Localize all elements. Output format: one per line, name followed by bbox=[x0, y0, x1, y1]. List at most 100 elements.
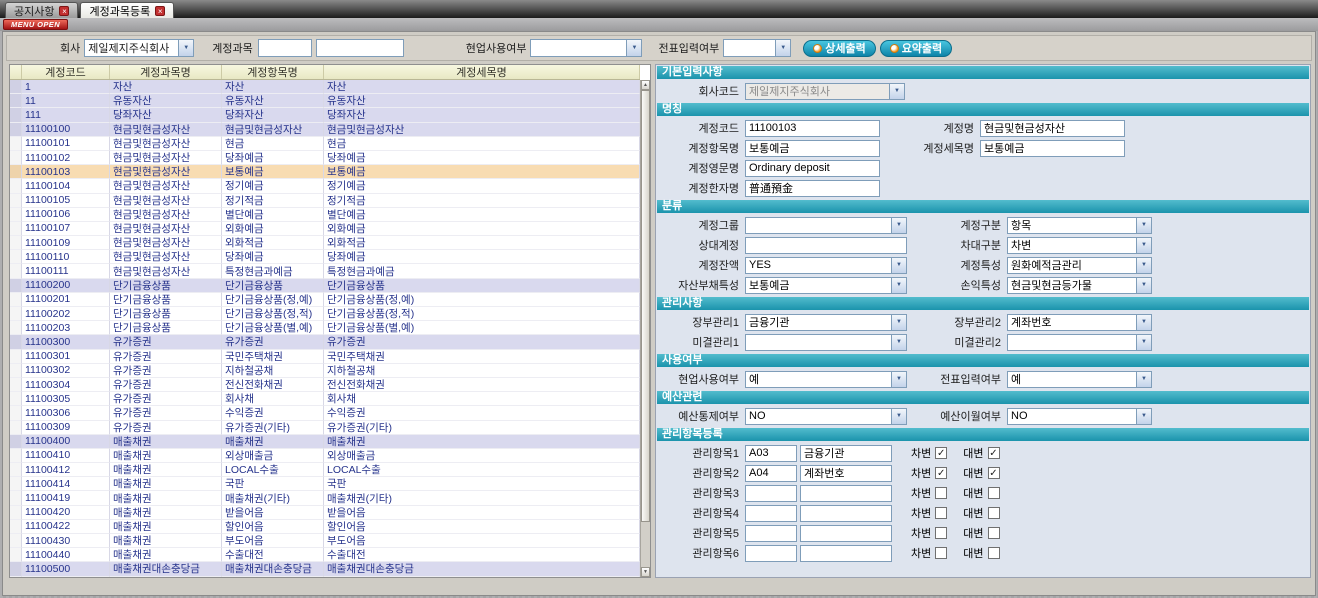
chevron-down-icon[interactable]: ▼ bbox=[1136, 315, 1151, 330]
debit-credit-division-select[interactable]: 차변▼ bbox=[1007, 237, 1152, 254]
mgmt-item-3-name-input[interactable] bbox=[800, 485, 892, 502]
scroll-down-icon[interactable]: ▼ bbox=[641, 567, 650, 577]
budget-control-select[interactable]: NO▼ bbox=[745, 408, 907, 425]
mgmt-item-3-debit-checkbox[interactable] bbox=[935, 487, 947, 499]
chevron-down-icon[interactable]: ▼ bbox=[626, 40, 641, 56]
pending-mgmt-2-select[interactable]: ▼ bbox=[1007, 334, 1152, 351]
mgmt-item-3-code-input[interactable] bbox=[745, 485, 797, 502]
table-row[interactable]: 11100304유가증권전신전화채권전신전화채권 bbox=[10, 378, 640, 392]
mgmt-item-4-name-input[interactable] bbox=[800, 505, 892, 522]
table-row[interactable]: 11100100현금및현금성자산현금및현금성자산현금및현금성자산 bbox=[10, 123, 640, 137]
chevron-down-icon[interactable]: ▼ bbox=[891, 372, 906, 387]
table-row[interactable]: 11100200단기금융상품단기금융상품단기금융상품 bbox=[10, 279, 640, 293]
account-division-select[interactable]: 항목▼ bbox=[1007, 217, 1152, 234]
table-row[interactable]: 11100301유가증권국민주택채권국민주택채권 bbox=[10, 350, 640, 364]
table-scrollbar[interactable]: ▲ ▼ bbox=[640, 80, 650, 577]
row-selector[interactable] bbox=[10, 208, 22, 222]
scroll-thumb[interactable] bbox=[641, 90, 650, 522]
row-selector[interactable] bbox=[10, 293, 22, 307]
account-characteristic-select[interactable]: 원화예적금관리▼ bbox=[1007, 257, 1152, 274]
row-selector[interactable] bbox=[10, 264, 22, 278]
table-row[interactable]: 11100101현금및현금성자산현금현금 bbox=[10, 137, 640, 151]
mgmt-item-1-credit-checkbox[interactable]: ✓ bbox=[988, 447, 1000, 459]
row-selector[interactable] bbox=[10, 123, 22, 137]
asset-liability-characteristic-select[interactable]: 보통예금▼ bbox=[745, 277, 907, 294]
field-use-filter-select[interactable]: ▼ bbox=[530, 39, 642, 57]
table-row[interactable]: 11100300유가증권유가증권유가증권 bbox=[10, 335, 640, 349]
row-selector[interactable] bbox=[10, 94, 22, 108]
table-row[interactable]: 11100420매출채권받을어음받을어음 bbox=[10, 506, 640, 520]
mgmt-item-2-debit-checkbox[interactable]: ✓ bbox=[935, 467, 947, 479]
row-selector[interactable] bbox=[10, 534, 22, 548]
row-selector[interactable] bbox=[10, 548, 22, 562]
mgmt-item-3-credit-checkbox[interactable] bbox=[988, 487, 1000, 499]
mgmt-item-6-code-input[interactable] bbox=[745, 545, 797, 562]
table-row[interactable]: 11100412매출채권LOCAL수출LOCAL수출 bbox=[10, 463, 640, 477]
table-row[interactable]: 11100102현금및현금성자산당좌예금당좌예금 bbox=[10, 151, 640, 165]
row-selector[interactable] bbox=[10, 279, 22, 293]
mgmt-item-5-name-input[interactable] bbox=[800, 525, 892, 542]
ledger-mgmt-2-select[interactable]: 계좌번호▼ bbox=[1007, 314, 1152, 331]
chevron-down-icon[interactable]: ▼ bbox=[891, 278, 906, 293]
account-code-input[interactable] bbox=[745, 120, 880, 137]
profit-loss-characteristic-select[interactable]: 현금및현금등가물▼ bbox=[1007, 277, 1152, 294]
mgmt-item-5-credit-checkbox[interactable] bbox=[988, 527, 1000, 539]
table-row[interactable]: 11100202단기금융상품단기금융상품(정,적)단기금융상품(정,적) bbox=[10, 307, 640, 321]
mgmt-item-6-credit-checkbox[interactable] bbox=[988, 547, 1000, 559]
chevron-down-icon[interactable]: ▼ bbox=[891, 335, 906, 350]
row-selector[interactable] bbox=[10, 350, 22, 364]
detail-print-button[interactable]: 상세출력 bbox=[803, 40, 875, 57]
column-header-code[interactable]: 계정코드 bbox=[22, 65, 110, 79]
table-row[interactable]: 11100106현금및현금성자산별단예금별단예금 bbox=[10, 208, 640, 222]
chevron-down-icon[interactable]: ▼ bbox=[1136, 409, 1151, 424]
row-selector[interactable] bbox=[10, 421, 22, 435]
row-selector[interactable] bbox=[10, 506, 22, 520]
account-code-filter-input[interactable] bbox=[258, 39, 312, 57]
chevron-down-icon[interactable]: ▼ bbox=[889, 84, 904, 99]
table-row[interactable]: 11유동자산유동자산유동자산 bbox=[10, 94, 640, 108]
field-use-select[interactable]: 예▼ bbox=[745, 371, 907, 388]
table-row[interactable]: 11100203단기금융상품단기금융상품(별,예)단기금융상품(별,예) bbox=[10, 321, 640, 335]
tab-close-icon[interactable]: × bbox=[155, 6, 165, 16]
table-row[interactable]: 11100400매출채권매출채권매출채권 bbox=[10, 435, 640, 449]
table-row[interactable]: 11100410매출채권외상매출금외상매출금 bbox=[10, 449, 640, 463]
pending-mgmt-1-select[interactable]: ▼ bbox=[745, 334, 907, 351]
company-code-select[interactable]: 제일제지주식회사▼ bbox=[745, 83, 905, 100]
row-selector[interactable] bbox=[10, 463, 22, 477]
counter-account-input[interactable] bbox=[745, 237, 907, 254]
row-selector[interactable] bbox=[10, 392, 22, 406]
table-row[interactable]: 11100105현금및현금성자산정기적금정기적금 bbox=[10, 194, 640, 208]
table-row[interactable]: 11100103현금및현금성자산보통예금보통예금 bbox=[10, 165, 640, 179]
mgmt-item-4-debit-checkbox[interactable] bbox=[935, 507, 947, 519]
row-selector[interactable] bbox=[10, 137, 22, 151]
table-row[interactable]: 11100309유가증권유가증권(기타)유가증권(기타) bbox=[10, 421, 640, 435]
row-selector[interactable] bbox=[10, 80, 22, 94]
mgmt-item-2-code-input[interactable] bbox=[745, 465, 797, 482]
chevron-down-icon[interactable]: ▼ bbox=[1136, 258, 1151, 273]
table-row[interactable]: 11100111현금및현금성자산특정현금과예금특정현금과예금 bbox=[10, 264, 640, 278]
row-selector[interactable] bbox=[10, 435, 22, 449]
row-selector[interactable] bbox=[10, 194, 22, 208]
row-selector[interactable] bbox=[10, 449, 22, 463]
mgmt-item-5-code-input[interactable] bbox=[745, 525, 797, 542]
account-name-input[interactable] bbox=[980, 120, 1125, 137]
mgmt-item-1-debit-checkbox[interactable]: ✓ bbox=[935, 447, 947, 459]
tab-notice[interactable]: 공지사항 × bbox=[5, 2, 78, 18]
row-selector[interactable] bbox=[10, 307, 22, 321]
mgmt-item-2-credit-checkbox[interactable]: ✓ bbox=[988, 467, 1000, 479]
account-group-select[interactable]: ▼ bbox=[745, 217, 907, 234]
table-row[interactable]: 11100430매출채권부도어음부도어음 bbox=[10, 534, 640, 548]
column-header-subject-name[interactable]: 계정과목명 bbox=[110, 65, 222, 79]
row-selector[interactable] bbox=[10, 108, 22, 122]
company-select[interactable]: 제일제지주식회사 ▼ bbox=[84, 39, 194, 57]
table-row[interactable]: 11100107현금및현금성자산외화예금외화예금 bbox=[10, 222, 640, 236]
table-row[interactable]: 11100422매출채권할인어음할인어음 bbox=[10, 520, 640, 534]
account-hanja-name-input[interactable] bbox=[745, 180, 880, 197]
chevron-down-icon[interactable]: ▼ bbox=[891, 315, 906, 330]
mgmt-item-2-name-input[interactable] bbox=[800, 465, 892, 482]
table-row[interactable]: 11100104현금및현금성자산정기예금정기예금 bbox=[10, 179, 640, 193]
row-selector[interactable] bbox=[10, 364, 22, 378]
chevron-down-icon[interactable]: ▼ bbox=[891, 218, 906, 233]
mgmt-item-1-code-input[interactable] bbox=[745, 445, 797, 462]
chevron-down-icon[interactable]: ▼ bbox=[1136, 238, 1151, 253]
